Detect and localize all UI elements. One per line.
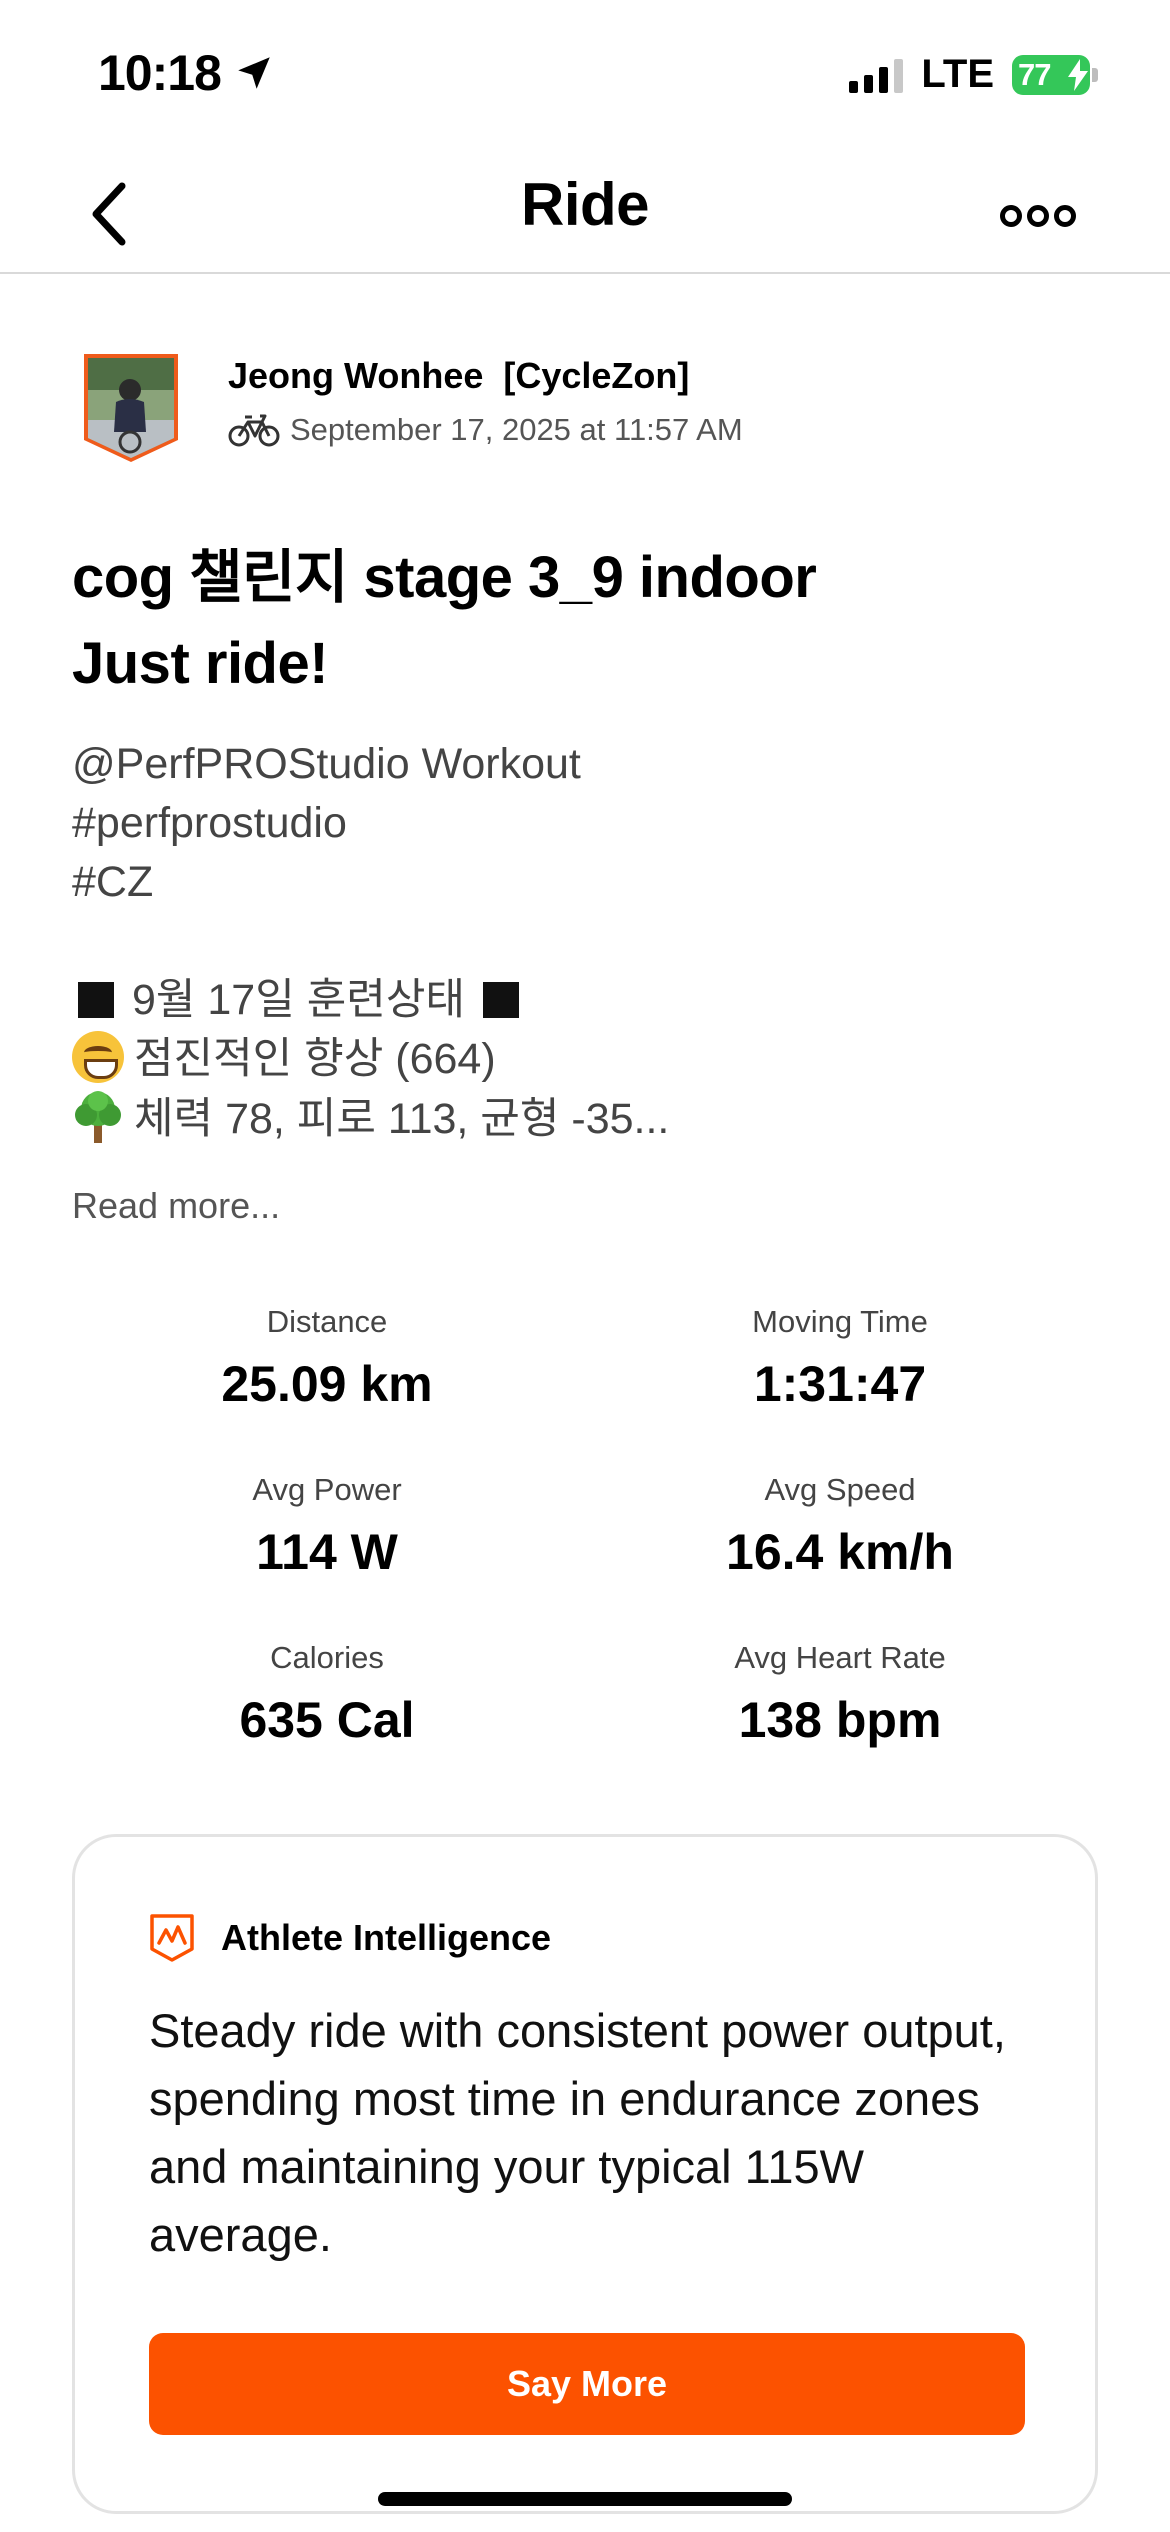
avatar[interactable]	[80, 350, 182, 462]
stat-avg-speed: Avg Speed 16.4 km/h	[580, 1468, 1100, 1580]
cellular-signal-icon	[849, 57, 904, 93]
description-line: #CZ	[72, 858, 154, 906]
description-line: 점진적인 향상 (664)	[72, 1030, 1102, 1089]
stat-value: 1:31:47	[753, 1356, 927, 1412]
status-time: 10:18	[98, 45, 222, 101]
stat-value: 114 W	[256, 1524, 398, 1580]
athlete-intelligence-summary: Steady ride with consistent power output…	[149, 2004, 1006, 2261]
stat-label: Calories	[270, 1640, 384, 1675]
athlete-intelligence-header: Athlete Intelligence	[149, 1913, 551, 1963]
tree-icon	[75, 1091, 121, 1143]
stat-label: Avg Heart Rate	[734, 1640, 946, 1675]
stat-label: Avg Power	[252, 1472, 402, 1507]
activity-title-line: Just ride!	[72, 631, 329, 696]
description-line: 9월 17일 훈련상태	[72, 971, 1102, 1030]
description-line: #perfprostudio	[72, 799, 347, 847]
status-time-group: 10:18	[98, 44, 275, 102]
network-type: LTE	[921, 52, 994, 96]
description-line: 체력 78, 피로 113, 균형 -35...	[72, 1089, 1102, 1149]
description-line: @PerfPROStudio Workout	[72, 740, 581, 788]
activity-title-line: cog 챌린지 stage 3_9 indoor	[72, 545, 817, 610]
stat-label: Distance	[266, 1304, 388, 1339]
stat-value: 138 bpm	[738, 1692, 942, 1748]
stat-label: Moving Time	[752, 1304, 928, 1339]
stat-calories: Calories 635 Cal	[67, 1636, 587, 1748]
black-square-icon	[78, 982, 114, 1018]
charging-bolt-icon	[1068, 58, 1088, 91]
description-text: 9월 17일 훈련상태	[131, 976, 465, 1024]
black-square-icon	[482, 982, 519, 1018]
athlete-intelligence-title: Athlete Intelligence	[221, 1917, 552, 1958]
home-indicator[interactable]	[378, 2492, 792, 2506]
battery-icon: 77	[1012, 54, 1098, 95]
athlete-header: Jeong Wonhee [CycleZon] September 17, 20…	[80, 345, 1090, 465]
status-bar: 10:18 LTE 77	[0, 0, 1170, 150]
activity-date: September 17, 2025 at 11:57 AM	[290, 412, 743, 447]
athlete-intelligence-card: Athlete Intelligence Steady ride with co…	[72, 1834, 1098, 2514]
athlete-name[interactable]: Jeong Wonhee [CycleZon]	[228, 355, 689, 397]
grinning-face-icon	[72, 1031, 124, 1083]
stat-label: Avg Speed	[764, 1472, 916, 1507]
stat-distance: Distance 25.09 km	[67, 1300, 587, 1412]
activity-title: cog 챌린지 stage 3_9 indoor Just ride!	[72, 535, 1102, 707]
description-text: 체력 78, 피로 113, 균형 -35...	[134, 1095, 670, 1143]
stat-avg-power: Avg Power 114 W	[67, 1468, 587, 1580]
read-more-link[interactable]: Read more...	[72, 1185, 280, 1227]
stat-value: 25.09 km	[221, 1356, 433, 1412]
say-more-button[interactable]: Say More	[149, 2333, 1025, 2435]
stat-moving-time: Moving Time 1:31:47	[580, 1300, 1100, 1412]
more-options-icon	[1000, 205, 1022, 227]
activity-description: @PerfPROStudio Workout #perfprostudio #C…	[72, 735, 1102, 1149]
athlete-intelligence-icon	[150, 1914, 194, 1962]
status-indicators: LTE 77	[849, 52, 1098, 97]
more-options-button[interactable]	[976, 190, 1100, 242]
location-arrow-icon	[238, 57, 270, 89]
activity-meta: September 17, 2025 at 11:57 AM	[228, 412, 743, 448]
stat-value: 635 Cal	[239, 1692, 415, 1748]
bike-icon	[228, 414, 280, 447]
stat-avg-heart-rate: Avg Heart Rate 138 bpm	[580, 1636, 1100, 1748]
battery-level: 77	[1018, 56, 1051, 92]
navigation-bar: Ride	[0, 150, 1170, 274]
stat-value: 16.4 km/h	[726, 1524, 954, 1580]
description-text: 점진적인 향상 (664)	[134, 1035, 496, 1083]
